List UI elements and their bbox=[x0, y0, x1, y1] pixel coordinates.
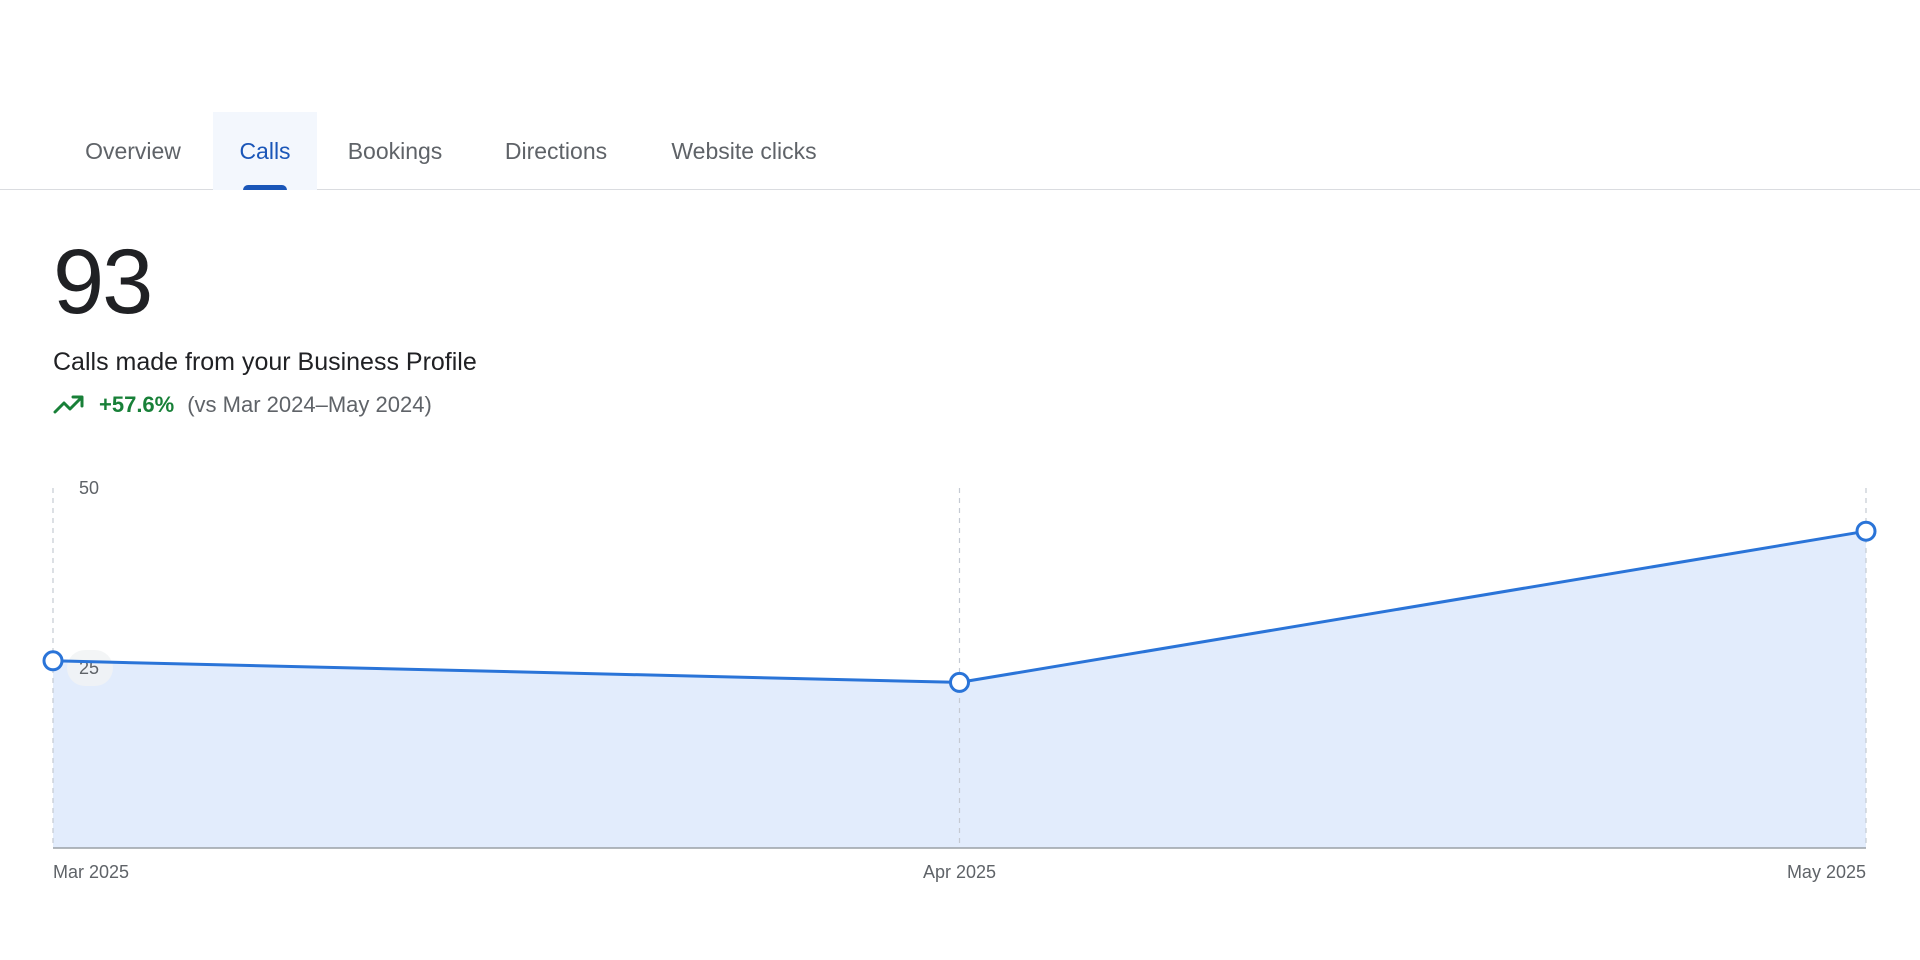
tab-label: Website clicks bbox=[671, 138, 817, 164]
y-tick-label: 50 bbox=[79, 478, 99, 498]
tab-overview[interactable]: Overview bbox=[58, 112, 208, 190]
tab-label: Directions bbox=[504, 138, 608, 164]
trend-percentage: +57.6% bbox=[99, 392, 175, 417]
tab-label: Overview bbox=[85, 138, 181, 164]
trend-comparison: (vs Mar 2024–May 2024) bbox=[187, 392, 432, 417]
calls-chart: 2550Mar 2025 Apr 2025 May 2025 bbox=[42, 478, 1877, 882]
x-tick-label: Mar 2025 bbox=[53, 862, 129, 882]
tab-label: Calls bbox=[239, 138, 291, 164]
trend-summary: +57.6% (vs Mar 2024–May 2024) bbox=[53, 390, 432, 420]
data-point bbox=[42, 650, 64, 672]
metric-value: 93 bbox=[53, 231, 153, 333]
metric-tabs: Overview Calls Bookings Directions Websi… bbox=[0, 112, 1920, 190]
tab-bookings[interactable]: Bookings bbox=[330, 112, 460, 190]
trending-up-icon bbox=[53, 395, 84, 414]
data-point bbox=[1855, 520, 1877, 542]
x-tick-label: Apr 2025 bbox=[923, 862, 996, 882]
metric-label: Calls made from your Business Profile bbox=[53, 348, 477, 376]
active-tab-indicator bbox=[243, 185, 287, 190]
performance-panel: Overview Calls Bookings Directions Websi… bbox=[0, 0, 1920, 960]
data-point bbox=[949, 671, 970, 693]
tab-directions[interactable]: Directions bbox=[485, 112, 627, 190]
tab-label: Bookings bbox=[347, 138, 443, 164]
tab-calls[interactable]: Calls bbox=[213, 112, 317, 190]
x-tick-label: May 2025 bbox=[1787, 862, 1866, 882]
tab-website-clicks[interactable]: Website clicks bbox=[652, 112, 836, 190]
